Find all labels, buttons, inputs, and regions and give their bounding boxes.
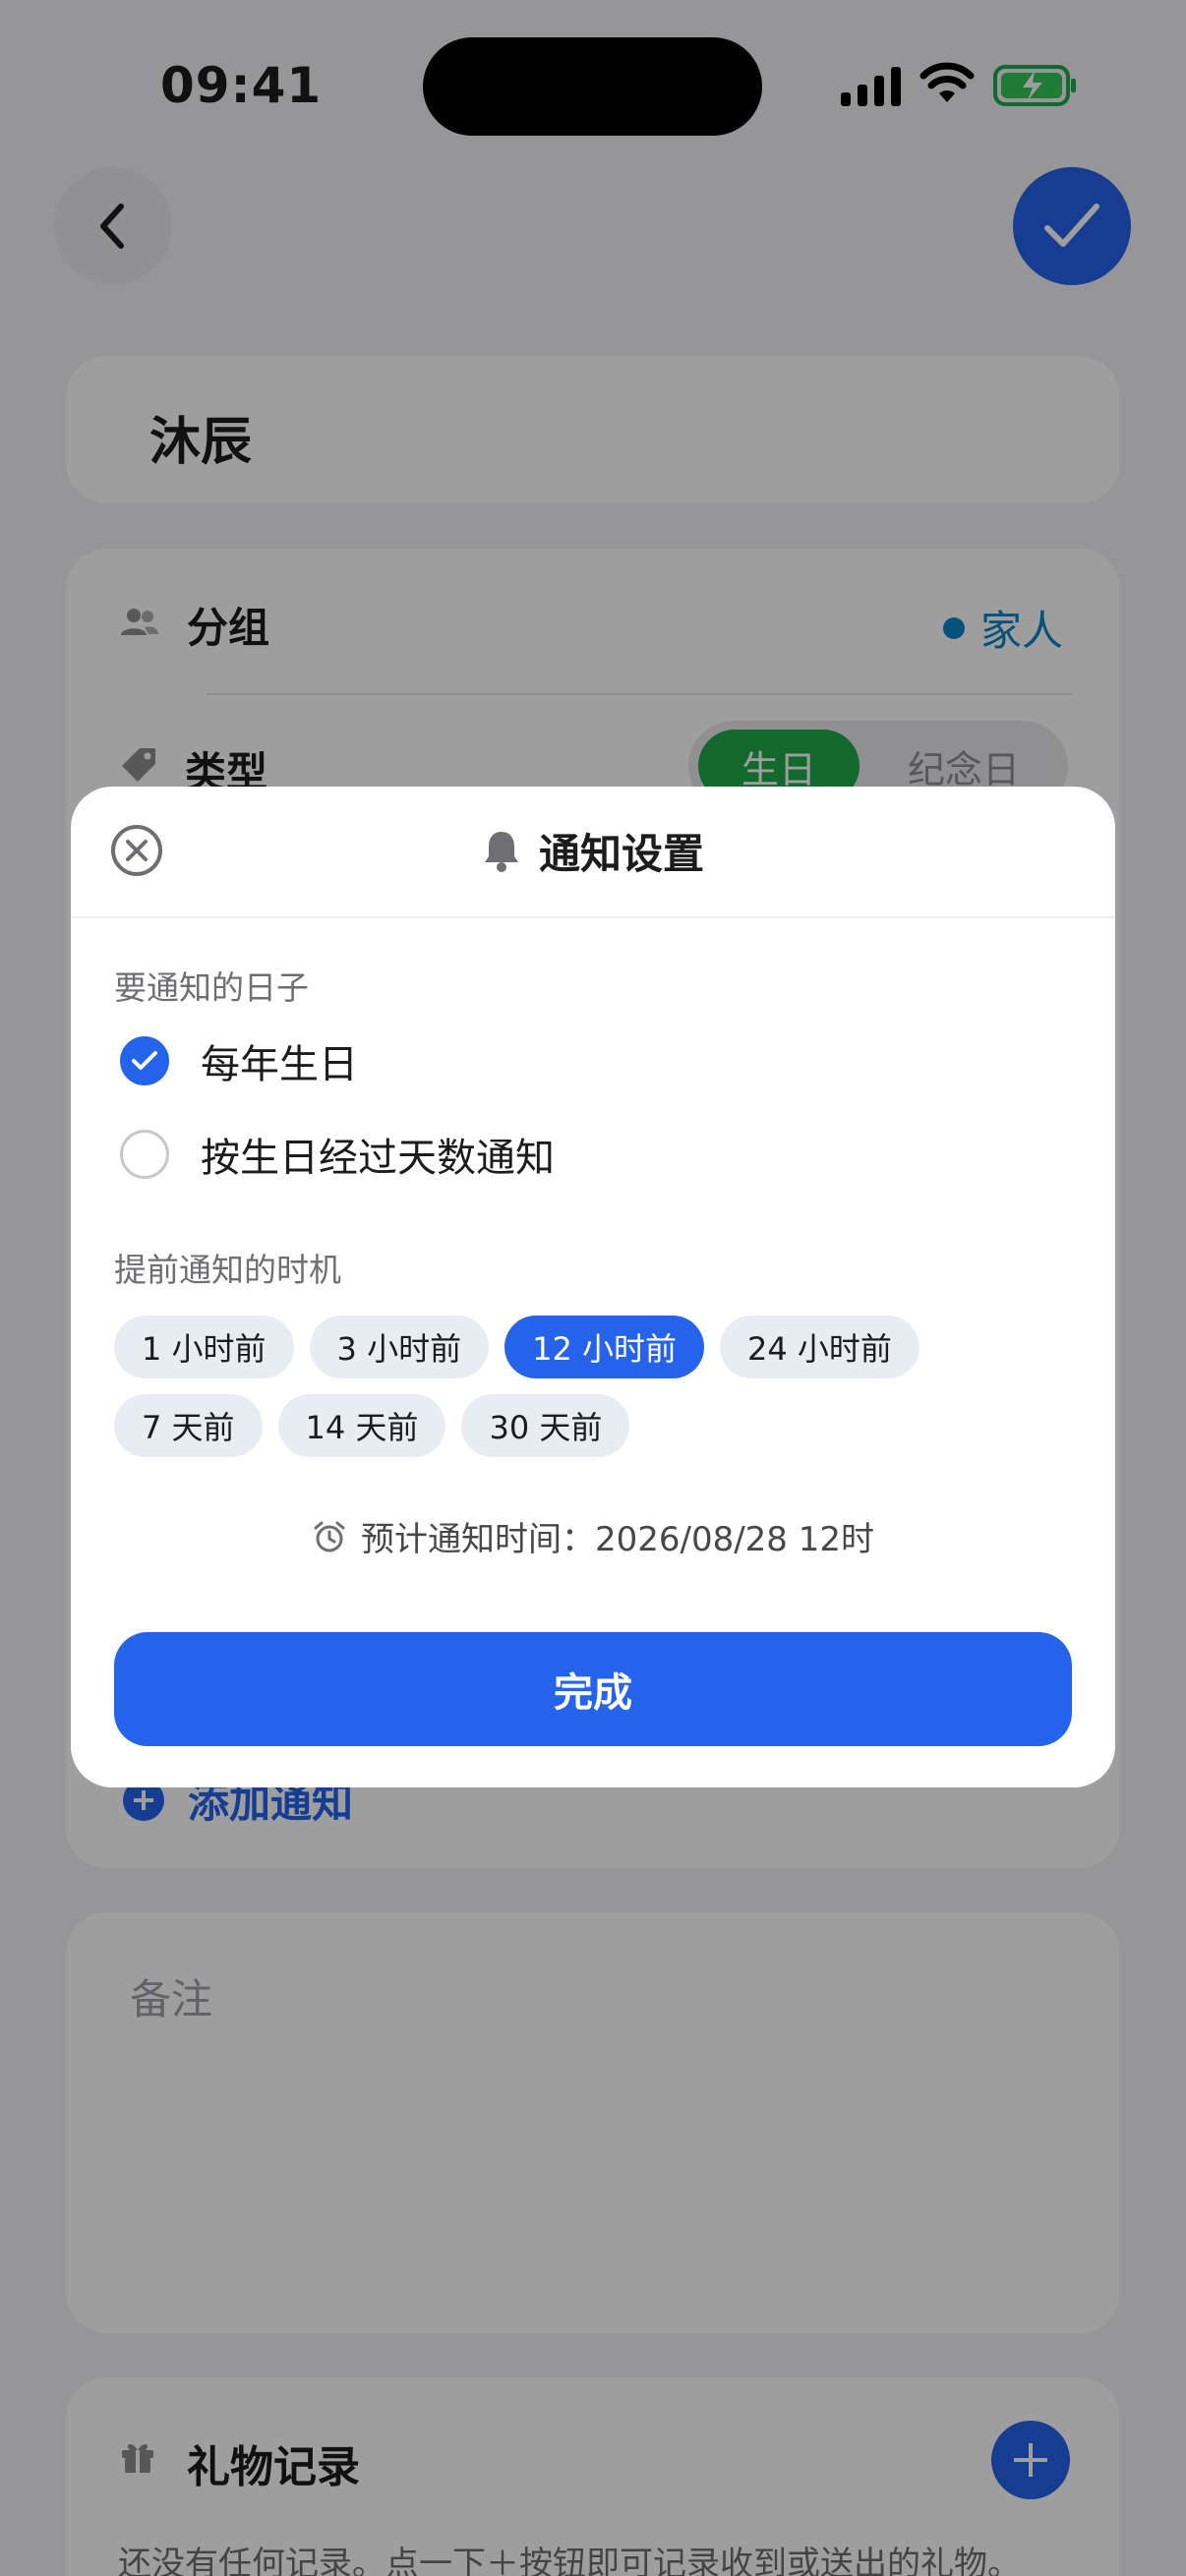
modal-header: 通知设置 — [71, 816, 1115, 885]
option-label: 每年生日 — [201, 1042, 358, 1087]
chip-7-days[interactable]: 7 天前 — [114, 1394, 263, 1457]
modal-header-divider — [71, 916, 1115, 918]
notification-settings-modal: 通知设置 要通知的日子 每年生日 按生日经过天数通知 提前通知的时机 1 小时前… — [71, 787, 1115, 1787]
option-days-elapsed[interactable]: 按生日经过天数通知 — [120, 1126, 555, 1183]
close-circle-icon[interactable] — [110, 824, 163, 877]
chip-30-days[interactable]: 30 天前 — [461, 1394, 630, 1457]
modal-title: 通知设置 — [538, 829, 704, 878]
estimated-notify-time: 预计通知时间：2026/08/28 12时 — [71, 1512, 1115, 1560]
chip-3-hours[interactable]: 3 小时前 — [309, 1316, 490, 1378]
bell-icon — [484, 832, 518, 872]
timing-chips: 1 小时前 3 小时前 12 小时前 24 小时前 7 天前 14 天前 30 … — [114, 1316, 999, 1457]
option-every-birthday[interactable]: 每年生日 — [120, 1032, 358, 1089]
chip-1-hour[interactable]: 1 小时前 — [114, 1316, 294, 1378]
done-button[interactable]: 完成 — [114, 1632, 1072, 1746]
radio-unchecked-icon — [120, 1130, 169, 1179]
radio-checked-icon — [120, 1036, 169, 1085]
alarm-clock-icon — [314, 1521, 345, 1551]
days-section-label: 要通知的日子 — [114, 968, 309, 1007]
chip-14-days[interactable]: 14 天前 — [277, 1394, 446, 1457]
timing-section-label: 提前通知的时机 — [114, 1251, 341, 1289]
chip-12-hours[interactable]: 12 小时前 — [504, 1316, 704, 1378]
eta-text: 预计通知时间：2026/08/28 12时 — [360, 1520, 875, 1559]
option-label: 按生日经过天数通知 — [201, 1136, 555, 1181]
chip-24-hours[interactable]: 24 小时前 — [720, 1316, 919, 1378]
